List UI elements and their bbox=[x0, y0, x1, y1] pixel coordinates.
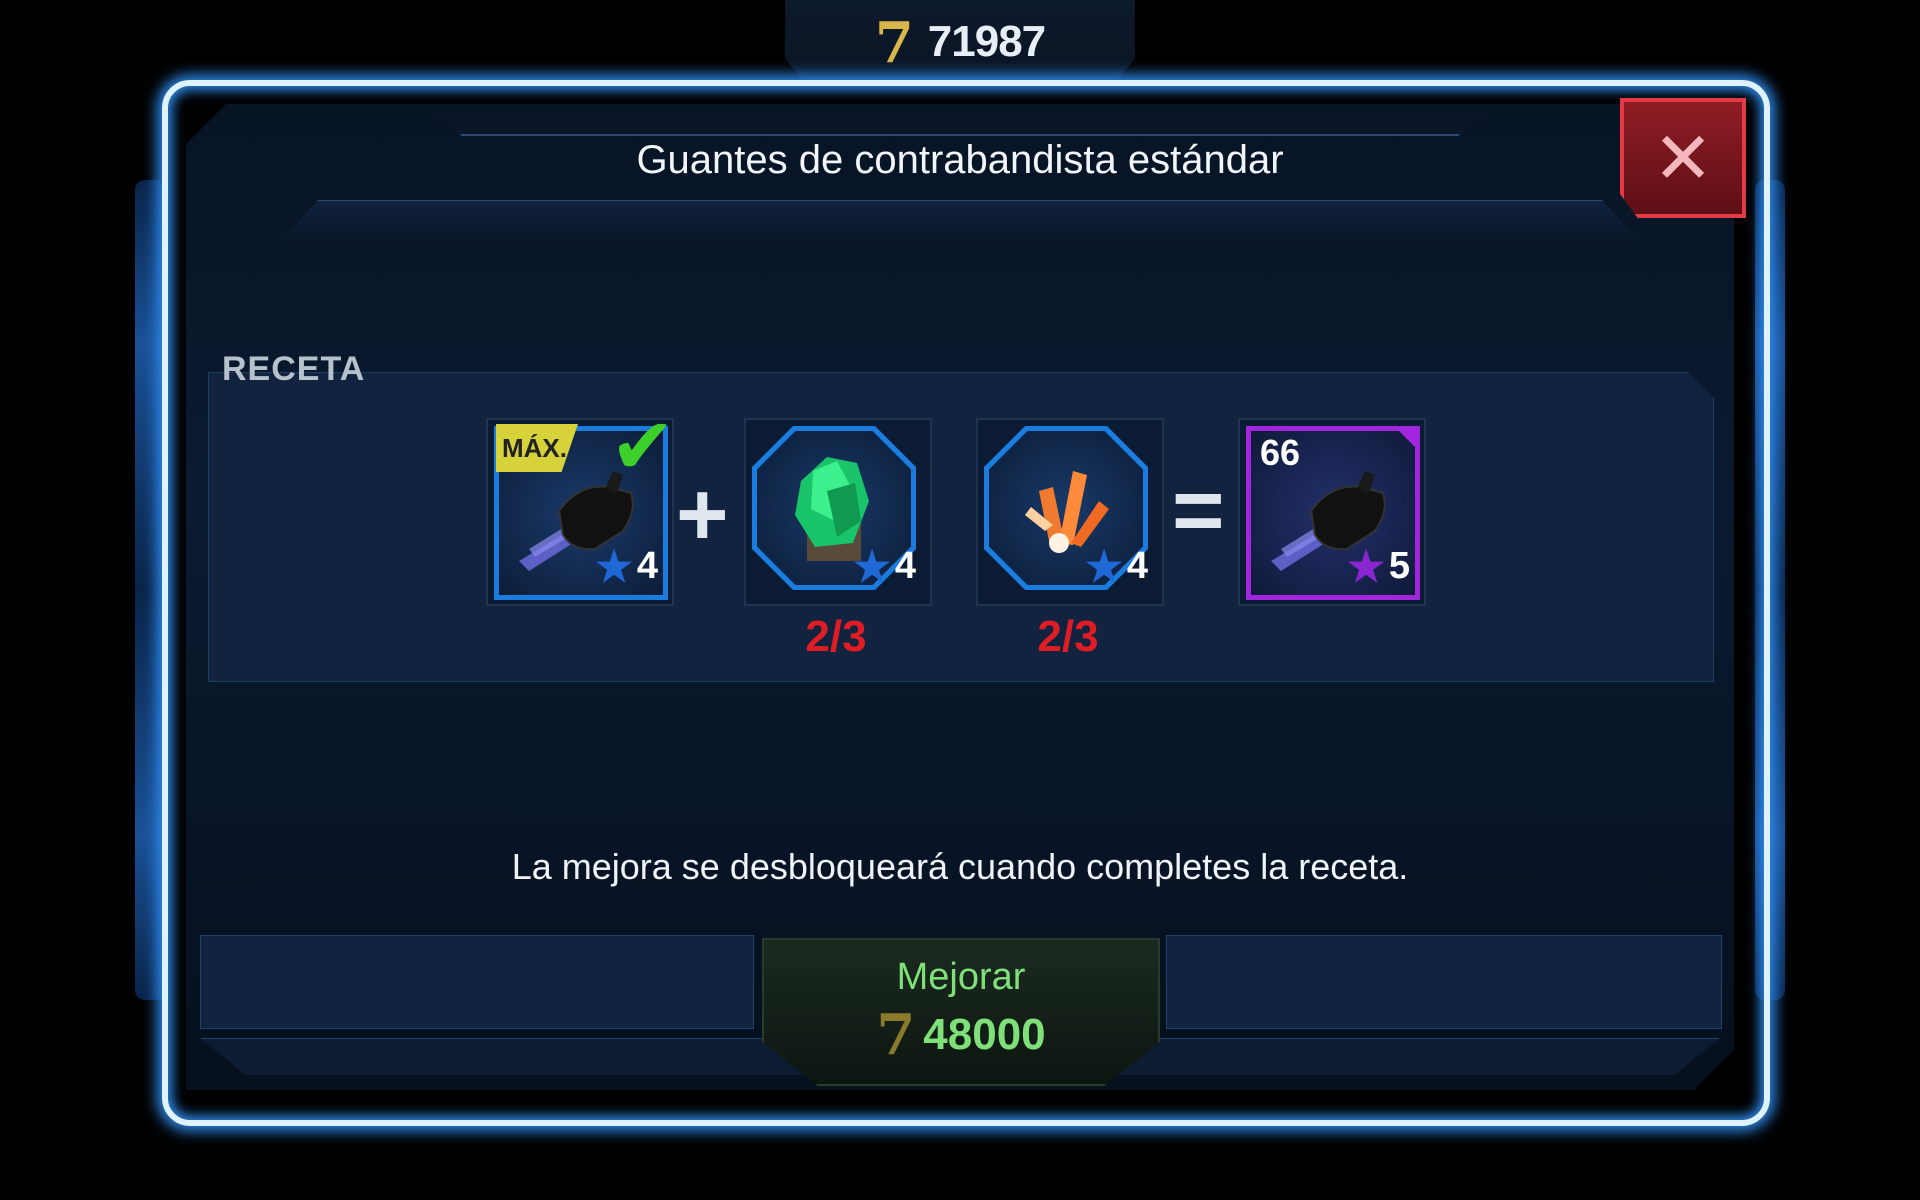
upgrade-cost-amount: 48000 bbox=[923, 1010, 1046, 1059]
recipe-slot-green-crystal[interactable]: ★ 4 bbox=[744, 418, 932, 606]
result-level: 66 bbox=[1260, 432, 1301, 473]
star-icon: ★ bbox=[853, 542, 891, 590]
stars-count: 4 bbox=[636, 545, 658, 587]
title-strip bbox=[278, 200, 1642, 243]
star-icon: ★ bbox=[595, 542, 633, 590]
bottom-panel-right bbox=[1166, 935, 1722, 1029]
upgrade-label: Mejorar bbox=[896, 956, 1026, 998]
green-crystal-count: 2/3 bbox=[805, 612, 867, 661]
upgrade-button[interactable]: Mejorar 7 48000 bbox=[762, 938, 1160, 1086]
upgrade-cost: 7 48000 bbox=[764, 1002, 1158, 1068]
recipe-label: RECETA bbox=[222, 350, 366, 388]
recipe-panel bbox=[208, 372, 1714, 682]
title-header-bar bbox=[430, 112, 1490, 136]
star-icon: ★ bbox=[1085, 542, 1123, 590]
star-icon: ★ bbox=[1347, 542, 1385, 590]
item-stars: ★ 5 bbox=[1347, 545, 1410, 588]
unlock-message: La mejora se desbloqueará cuando complet… bbox=[511, 846, 1409, 887]
currency-amount: 71987 bbox=[927, 17, 1046, 66]
stars-count: 4 bbox=[1126, 545, 1148, 587]
item-stars: ★ 4 bbox=[853, 545, 916, 588]
orange-crystal-count: 2/3 bbox=[1037, 612, 1099, 661]
bottom-panel-left bbox=[200, 935, 754, 1029]
checkmark-icon: ✔ bbox=[610, 402, 676, 492]
recipe-slot-orange-crystal[interactable]: ★ 4 bbox=[976, 418, 1164, 606]
stars-count: 4 bbox=[894, 545, 916, 587]
close-button[interactable]: ✕ bbox=[1620, 98, 1746, 218]
item-stars: ★ 4 bbox=[1085, 545, 1148, 588]
credits-icon: 7 bbox=[876, 1002, 916, 1068]
stars-count: 5 bbox=[1388, 545, 1410, 587]
close-icon: ✕ bbox=[1652, 116, 1714, 200]
credits-icon: 7 bbox=[874, 10, 914, 76]
currency-display: 7 71987 bbox=[785, 0, 1135, 84]
equals-sign: = bbox=[1172, 461, 1225, 561]
plus-sign: + bbox=[676, 465, 729, 565]
item-stars: ★ 4 bbox=[595, 545, 658, 588]
